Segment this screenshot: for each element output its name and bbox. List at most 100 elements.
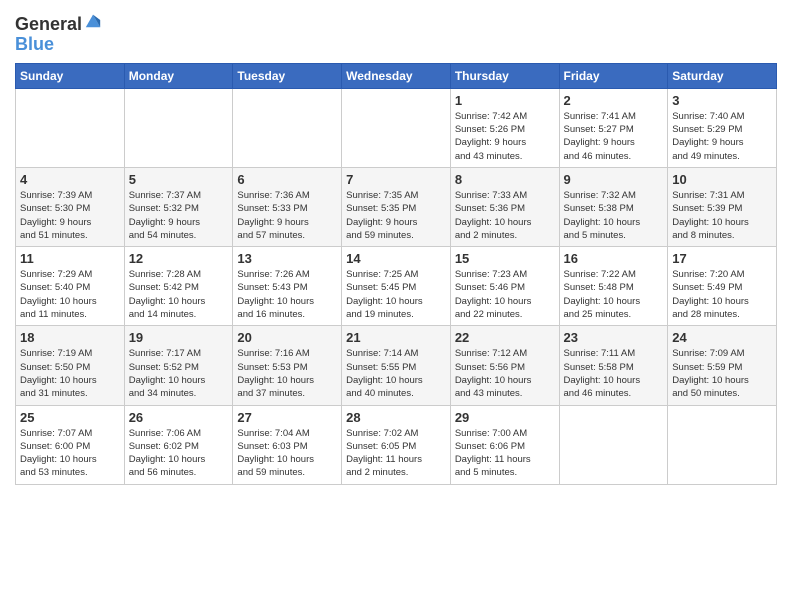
calendar-cell: 4 Sunrise: 7:39 AM Sunset: 5:30 PM Daylig…: [16, 167, 125, 246]
day-info: Sunrise: 7:31 AM Sunset: 5:39 PM Dayligh…: [672, 189, 772, 242]
day-info: Sunrise: 7:28 AM Sunset: 5:42 PM Dayligh…: [129, 268, 229, 321]
day-info: Sunrise: 7:29 AM Sunset: 5:40 PM Dayligh…: [20, 268, 120, 321]
logo: General Blue: [15, 15, 102, 55]
calendar-cell: 10 Sunrise: 7:31 AM Sunset: 5:39 PM Dayli…: [668, 167, 777, 246]
calendar-cell: 1 Sunrise: 7:42 AM Sunset: 5:26 PM Daylig…: [450, 88, 559, 167]
calendar-cell: 21 Sunrise: 7:14 AM Sunset: 5:55 PM Dayli…: [342, 326, 451, 405]
day-number: 16: [564, 251, 664, 266]
calendar-week-row: 11 Sunrise: 7:29 AM Sunset: 5:40 PM Dayli…: [16, 247, 777, 326]
day-number: 24: [672, 330, 772, 345]
day-number: 28: [346, 410, 446, 425]
calendar-cell: 2 Sunrise: 7:41 AM Sunset: 5:27 PM Daylig…: [559, 88, 668, 167]
calendar-cell: 16 Sunrise: 7:22 AM Sunset: 5:48 PM Dayli…: [559, 247, 668, 326]
calendar-cell: 17Sunrise: 7:20 AM Sunset: 5:49 PM Dayli…: [668, 247, 777, 326]
day-number: 8: [455, 172, 555, 187]
day-number: 11: [20, 251, 120, 266]
day-info: Sunrise: 7:00 AM Sunset: 6:06 PM Dayligh…: [455, 427, 555, 480]
calendar-cell: 9 Sunrise: 7:32 AM Sunset: 5:38 PM Daylig…: [559, 167, 668, 246]
day-info: Sunrise: 7:09 AM Sunset: 5:59 PM Dayligh…: [672, 347, 772, 400]
calendar-cell: 13 Sunrise: 7:26 AM Sunset: 5:43 PM Dayli…: [233, 247, 342, 326]
calendar-header-cell: Tuesday: [233, 63, 342, 88]
day-info: Sunrise: 7:32 AM Sunset: 5:38 PM Dayligh…: [564, 189, 664, 242]
day-info: Sunrise: 7:20 AM Sunset: 5:49 PM Dayligh…: [672, 268, 772, 321]
day-number: 18: [20, 330, 120, 345]
day-info: Sunrise: 7:16 AM Sunset: 5:53 PM Dayligh…: [237, 347, 337, 400]
day-number: 20: [237, 330, 337, 345]
calendar-header-cell: Friday: [559, 63, 668, 88]
day-info: Sunrise: 7:41 AM Sunset: 5:27 PM Dayligh…: [564, 110, 664, 163]
calendar-header-cell: Sunday: [16, 63, 125, 88]
day-number: 2: [564, 93, 664, 108]
calendar-cell: 25 Sunrise: 7:07 AM Sunset: 6:00 PM Dayli…: [16, 405, 125, 484]
logo-text-general: General: [15, 15, 82, 35]
calendar-cell: 18 Sunrise: 7:19 AM Sunset: 5:50 PM Dayli…: [16, 326, 125, 405]
day-number: 6: [237, 172, 337, 187]
day-info: Sunrise: 7:37 AM Sunset: 5:32 PM Dayligh…: [129, 189, 229, 242]
calendar-header-cell: Monday: [124, 63, 233, 88]
calendar-cell: [668, 405, 777, 484]
day-info: Sunrise: 7:19 AM Sunset: 5:50 PM Dayligh…: [20, 347, 120, 400]
calendar-cell: 12 Sunrise: 7:28 AM Sunset: 5:42 PM Dayli…: [124, 247, 233, 326]
logo-text-blue: Blue: [15, 34, 54, 54]
calendar-cell: 5Sunrise: 7:37 AM Sunset: 5:32 PM Daylig…: [124, 167, 233, 246]
calendar-header-cell: Saturday: [668, 63, 777, 88]
calendar-week-row: 25 Sunrise: 7:07 AM Sunset: 6:00 PM Dayli…: [16, 405, 777, 484]
day-number: 9: [564, 172, 664, 187]
day-number: 26: [129, 410, 229, 425]
day-number: 25: [20, 410, 120, 425]
day-info: Sunrise: 7:39 AM Sunset: 5:30 PM Dayligh…: [20, 189, 120, 242]
calendar-cell: 24 Sunrise: 7:09 AM Sunset: 5:59 PM Dayli…: [668, 326, 777, 405]
header: General Blue: [15, 10, 777, 55]
calendar-cell: [233, 88, 342, 167]
day-number: 13: [237, 251, 337, 266]
calendar-cell: 20 Sunrise: 7:16 AM Sunset: 5:53 PM Dayli…: [233, 326, 342, 405]
day-info: Sunrise: 7:17 AM Sunset: 5:52 PM Dayligh…: [129, 347, 229, 400]
calendar-table: SundayMondayTuesdayWednesdayThursdayFrid…: [15, 63, 777, 485]
day-info: Sunrise: 7:11 AM Sunset: 5:58 PM Dayligh…: [564, 347, 664, 400]
calendar-cell: 29 Sunrise: 7:00 AM Sunset: 6:06 PM Dayli…: [450, 405, 559, 484]
calendar-cell: 27Sunrise: 7:04 AM Sunset: 6:03 PM Dayli…: [233, 405, 342, 484]
calendar-cell: 8 Sunrise: 7:33 AM Sunset: 5:36 PM Daylig…: [450, 167, 559, 246]
calendar-cell: [342, 88, 451, 167]
day-info: Sunrise: 7:33 AM Sunset: 5:36 PM Dayligh…: [455, 189, 555, 242]
calendar-cell: 26 Sunrise: 7:06 AM Sunset: 6:02 PM Dayli…: [124, 405, 233, 484]
calendar-cell: [124, 88, 233, 167]
calendar-cell: 15 Sunrise: 7:23 AM Sunset: 5:46 PM Dayli…: [450, 247, 559, 326]
day-info: Sunrise: 7:22 AM Sunset: 5:48 PM Dayligh…: [564, 268, 664, 321]
day-number: 1: [455, 93, 555, 108]
day-info: Sunrise: 7:25 AM Sunset: 5:45 PM Dayligh…: [346, 268, 446, 321]
calendar-header-cell: Thursday: [450, 63, 559, 88]
day-info: Sunrise: 7:06 AM Sunset: 6:02 PM Dayligh…: [129, 427, 229, 480]
calendar-cell: 11 Sunrise: 7:29 AM Sunset: 5:40 PM Dayli…: [16, 247, 125, 326]
calendar-cell: 23Sunrise: 7:11 AM Sunset: 5:58 PM Dayli…: [559, 326, 668, 405]
calendar-cell: 19 Sunrise: 7:17 AM Sunset: 5:52 PM Dayli…: [124, 326, 233, 405]
calendar-cell: 7Sunrise: 7:35 AM Sunset: 5:35 PM Daylig…: [342, 167, 451, 246]
calendar-cell: 28 Sunrise: 7:02 AM Sunset: 6:05 PM Dayli…: [342, 405, 451, 484]
page-container: General Blue SundayMondayTuesdayWednesda…: [0, 0, 792, 495]
day-number: 15: [455, 251, 555, 266]
calendar-cell: [559, 405, 668, 484]
calendar-header-cell: Wednesday: [342, 63, 451, 88]
calendar-cell: 6Sunrise: 7:36 AM Sunset: 5:33 PM Daylig…: [233, 167, 342, 246]
day-info: Sunrise: 7:23 AM Sunset: 5:46 PM Dayligh…: [455, 268, 555, 321]
day-number: 10: [672, 172, 772, 187]
day-info: Sunrise: 7:14 AM Sunset: 5:55 PM Dayligh…: [346, 347, 446, 400]
day-number: 4: [20, 172, 120, 187]
logo-icon: [84, 11, 102, 29]
day-number: 19: [129, 330, 229, 345]
day-number: 21: [346, 330, 446, 345]
day-number: 3: [672, 93, 772, 108]
day-info: Sunrise: 7:42 AM Sunset: 5:26 PM Dayligh…: [455, 110, 555, 163]
day-info: Sunrise: 7:26 AM Sunset: 5:43 PM Dayligh…: [237, 268, 337, 321]
day-number: 12: [129, 251, 229, 266]
day-info: Sunrise: 7:12 AM Sunset: 5:56 PM Dayligh…: [455, 347, 555, 400]
calendar-header-row: SundayMondayTuesdayWednesdayThursdayFrid…: [16, 63, 777, 88]
day-info: Sunrise: 7:35 AM Sunset: 5:35 PM Dayligh…: [346, 189, 446, 242]
day-info: Sunrise: 7:02 AM Sunset: 6:05 PM Dayligh…: [346, 427, 446, 480]
calendar-cell: 14Sunrise: 7:25 AM Sunset: 5:45 PM Dayli…: [342, 247, 451, 326]
calendar-cell: [16, 88, 125, 167]
day-number: 29: [455, 410, 555, 425]
day-number: 27: [237, 410, 337, 425]
calendar-week-row: 4 Sunrise: 7:39 AM Sunset: 5:30 PM Daylig…: [16, 167, 777, 246]
day-info: Sunrise: 7:07 AM Sunset: 6:00 PM Dayligh…: [20, 427, 120, 480]
